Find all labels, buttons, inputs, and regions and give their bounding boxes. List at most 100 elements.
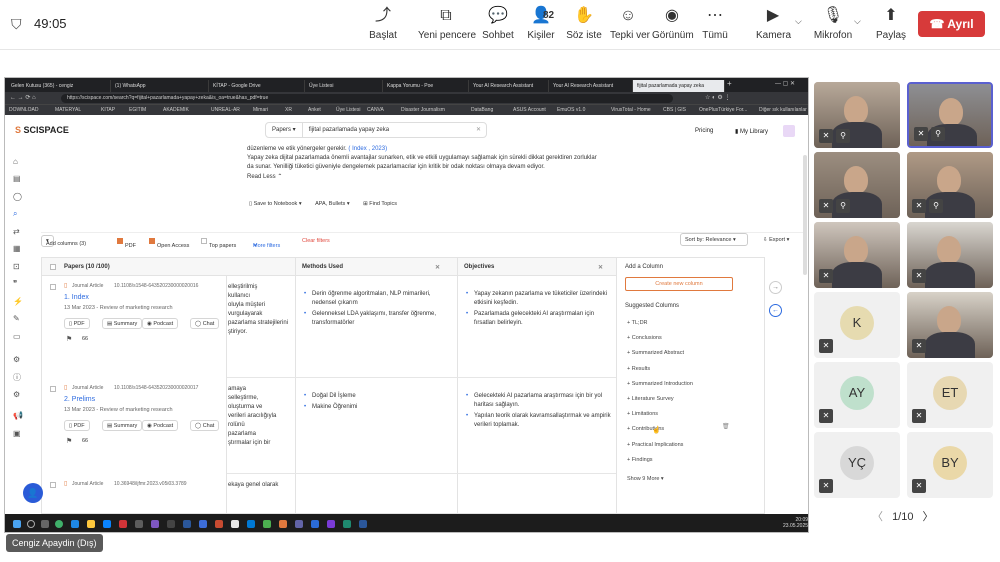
bookmark-item[interactable]: OnePlusTürkiye For... <box>699 107 747 113</box>
participant-tile[interactable]: ✕ ⚲ <box>907 152 993 218</box>
nav-arrows-icon[interactable]: ← → ⟳ ⌂ <box>10 94 36 101</box>
suggested-column-item[interactable]: + Literature Survey <box>627 396 674 402</box>
close-col-objectives-icon[interactable]: ✕ <box>598 264 603 271</box>
top-papers-filter[interactable]: Top papers <box>201 238 236 249</box>
teams-icon[interactable] <box>295 520 303 528</box>
bookmark-item[interactable]: UNREAL-AR <box>211 107 240 113</box>
toolbar-button-chat[interactable]: 💬 Sohbet <box>480 6 516 42</box>
top-papers-checkbox[interactable] <box>201 238 207 244</box>
settings-nav-icon[interactable]: ⚙ <box>13 355 20 364</box>
bookmark-icon[interactable]: ⚑ <box>66 437 72 445</box>
app-icon[interactable] <box>151 520 159 528</box>
home-icon[interactable]: ⌂ <box>13 157 18 166</box>
browser-tab[interactable]: fijital pazarlamada yapay zeka <box>633 80 725 92</box>
app-icon[interactable] <box>247 520 255 528</box>
summary-citation[interactable]: ( Index , 2023) <box>348 146 387 152</box>
collapse-panel-icon[interactable]: ← <box>769 304 782 317</box>
chevron-down-icon[interactable]: ⌵ <box>854 16 861 27</box>
edge-icon[interactable] <box>55 520 63 528</box>
browser-tab[interactable]: Üye Listesi <box>305 80 383 92</box>
extract-icon[interactable]: ⊡ <box>13 262 20 271</box>
browser-tab[interactable]: Kappa Yorumu - Poe <box>383 80 469 92</box>
trash-icon[interactable]: 🗑 <box>722 423 730 430</box>
gear-icon[interactable]: ⚙ <box>13 390 20 399</box>
scrollbar[interactable] <box>803 155 807 275</box>
taskbar-search-icon[interactable] <box>27 520 35 528</box>
bookmark-item[interactable]: KITAP <box>101 107 115 113</box>
search-type-select[interactable]: Papers ▾ <box>266 123 303 138</box>
quote-icon[interactable]: ❞ <box>13 279 17 288</box>
bookmark-item[interactable]: ASUS Account <box>513 107 546 113</box>
app-icon[interactable] <box>279 520 287 528</box>
address-bar[interactable]: https://scispace.com/search?q=fijital+pa… <box>61 94 673 103</box>
toolbar-button-new-window[interactable]: ⧉ Yeni pencere <box>418 6 476 42</box>
toolbar-button-mic-off[interactable]: 🎙 Mikrofon <box>812 6 854 42</box>
toolbar-button-view[interactable]: ◉ Görünüm <box>652 6 694 42</box>
citation-style-button[interactable]: APA, Bullets ▾ <box>315 201 349 207</box>
expand-panel-icon[interactable]: → <box>769 281 782 294</box>
window-controls-icon[interactable]: — ▢ ✕ <box>775 80 795 87</box>
paper-title[interactable]: 1. Index <box>64 294 89 301</box>
bookmark-item[interactable]: CANVA <box>367 107 384 113</box>
participant-tile[interactable]: ✕ ⚲ <box>814 82 900 148</box>
summary-button[interactable]: ▤ Summary <box>102 420 143 431</box>
app-icon[interactable] <box>119 520 127 528</box>
paper-doi[interactable]: 10.1108/s1548-643520230000020017 <box>114 385 198 391</box>
app-icon[interactable] <box>327 520 335 528</box>
sort-select[interactable]: Sort by: Relevance ▾ <box>680 233 748 246</box>
table-nav-icon[interactable]: ▦ <box>13 244 21 253</box>
chat-nav-icon[interactable]: ◯ <box>13 192 22 201</box>
prev-page-icon[interactable]: 〈 <box>872 511 883 523</box>
avatar[interactable] <box>783 125 795 137</box>
help-chat-icon[interactable]: 👤 <box>23 483 43 503</box>
app-icon[interactable] <box>167 520 175 528</box>
leave-button[interactable]: ☎ Ayrıl <box>918 11 985 37</box>
bookmark-item[interactable]: MATERYAL <box>55 107 81 113</box>
close-col-methods-icon[interactable]: ✕ <box>435 264 440 271</box>
clear-filters-button[interactable]: Clear filters <box>302 238 330 244</box>
suggested-column-item[interactable]: + Limitations <box>627 411 658 417</box>
add-columns-button[interactable]: Add columns (3) ▾ <box>41 235 86 247</box>
participant-tile[interactable]: ✕ <box>907 222 993 288</box>
podcast-button[interactable]: ◉ Podcast <box>142 420 179 431</box>
bookmark-item[interactable]: EGITIM <box>129 107 146 113</box>
bookmark-item[interactable]: AKADEMIK <box>163 107 189 113</box>
toolbar-button-people[interactable]: 👤 82 Kişiler <box>524 6 558 42</box>
bookmark-item[interactable]: Diğer sık kullanılanlar <box>759 107 807 113</box>
scispace-logo[interactable]: S SCISPACE <box>15 125 69 135</box>
library-nav-icon[interactable]: ▤ <box>13 174 21 183</box>
app-icon[interactable] <box>311 520 319 528</box>
toolbar-button-screen-share[interactable]: ⤴ Başlat <box>368 6 398 42</box>
bookmark-item[interactable]: DataBang <box>471 107 493 113</box>
bookmark-item[interactable]: Mimari <box>253 107 268 113</box>
pdf-button[interactable]: ▯ PDF <box>64 420 90 431</box>
participant-tile[interactable]: ET ✕ <box>907 362 993 428</box>
bookmark-item[interactable]: XR <box>285 107 292 113</box>
open-access-checkbox[interactable] <box>149 238 155 244</box>
app-icon[interactable] <box>199 520 207 528</box>
write-icon[interactable]: ✎ <box>13 314 20 323</box>
save-notebook-button[interactable]: ▯ Save to Notebook ▾ <box>249 201 302 207</box>
search-input[interactable]: fijital pazarlamada yapay zeka <box>303 127 389 133</box>
search-nav-icon[interactable]: ⌕ <box>13 209 17 219</box>
read-less-link[interactable]: Read Less ⌃ <box>247 173 597 182</box>
participant-tile[interactable]: ✕ <box>907 292 993 358</box>
clear-search-icon[interactable]: ✕ <box>476 123 481 138</box>
search-bar[interactable]: Papers ▾ fijital pazarlamada yapay zeka ✕ <box>265 122 487 138</box>
browser-tab[interactable]: Your AI Research Assistant <box>469 80 549 92</box>
toolbar-button-camera[interactable]: ▶ Kamera <box>756 6 791 42</box>
participant-tile[interactable]: ✕ ⚲ <box>907 82 993 148</box>
chat-button[interactable]: ◯ Chat <box>190 318 220 329</box>
layout-icon[interactable]: ▣ <box>13 429 21 438</box>
app-icon[interactable] <box>135 520 143 528</box>
bookmark-item[interactable]: Anket <box>308 107 321 113</box>
participant-tile[interactable]: K ✕ <box>814 292 900 358</box>
open-access-filter[interactable]: Open Access <box>149 238 189 249</box>
app-icon[interactable] <box>343 520 351 528</box>
pricing-link[interactable]: Pricing <box>695 128 713 134</box>
pdf-checkbox[interactable] <box>117 238 123 244</box>
chevron-down-icon[interactable]: ⌵ <box>795 16 802 27</box>
participant-tile[interactable]: ✕ <box>814 222 900 288</box>
store-icon[interactable] <box>103 520 111 528</box>
bookmark-item[interactable]: EmuOS v1.0 <box>557 107 585 113</box>
